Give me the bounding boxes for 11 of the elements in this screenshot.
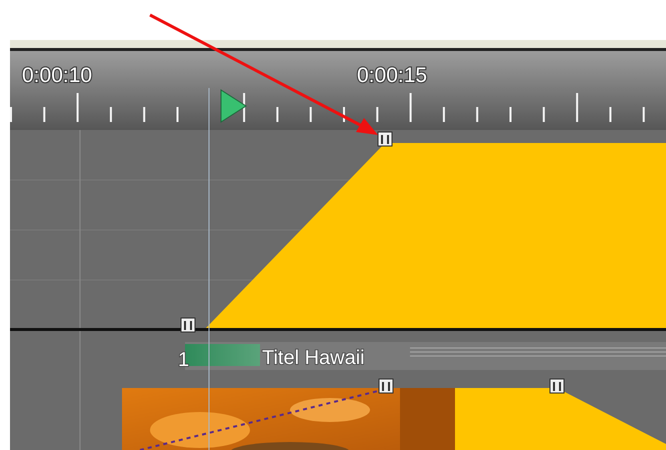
keyframe-icon[interactable] xyxy=(550,378,564,394)
timeline-ruler[interactable] xyxy=(10,51,666,130)
keyframe-icon[interactable] xyxy=(378,378,394,394)
time-label: 0:00:15 xyxy=(357,64,428,87)
keyframe-icon[interactable] xyxy=(180,318,196,332)
volume-line[interactable] xyxy=(140,390,378,450)
time-label: 0:00:10 xyxy=(22,64,92,87)
clip-number: 1 xyxy=(178,349,190,371)
keyframe-icon[interactable] xyxy=(378,132,392,146)
clip-title: Titel Hawaii xyxy=(262,347,365,369)
play-marker-icon[interactable] xyxy=(220,89,247,123)
